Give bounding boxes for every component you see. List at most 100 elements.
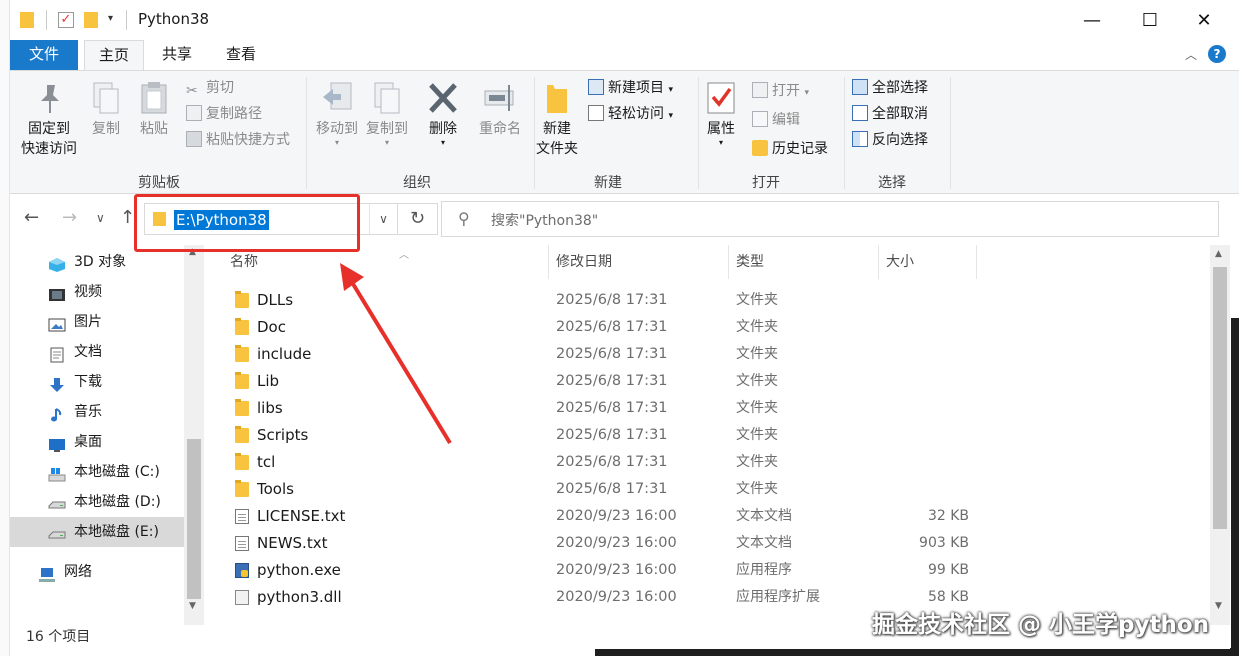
edit-icon	[752, 111, 768, 127]
search-box[interactable]: ⚲ 搜索"Python38"	[441, 201, 1219, 237]
chevron-down-icon: ▾	[384, 138, 389, 147]
navigation-pane: 3D 对象 视频 图片 文档 下载 音乐 桌面 本地磁盘 (C:) 本地磁盘 (…	[10, 245, 204, 625]
title-bar: ✓ ▾ Python38 — ☐ ✕	[10, 0, 1239, 40]
file-row[interactable]: Tools 2025/6/8 17:31 文件夹	[204, 476, 1210, 503]
nav-item-music[interactable]: 音乐	[10, 397, 184, 427]
nav-item-label: 桌面	[74, 434, 102, 450]
nav-pane-scrollbar[interactable]: ▲ ▼	[184, 245, 204, 625]
file-name: DLLs	[257, 291, 294, 309]
tab-file[interactable]: 文件	[10, 40, 78, 70]
maximize-button[interactable]: ☐	[1121, 0, 1179, 40]
edit-button[interactable]: 编辑	[752, 109, 800, 131]
scroll-down-icon[interactable]: ▼	[189, 601, 196, 611]
column-header-label: 类型	[736, 254, 764, 270]
select-none-icon	[852, 105, 868, 121]
copy-button[interactable]: 复制	[84, 81, 128, 139]
file-type: 应用程序	[736, 562, 792, 578]
column-header-size[interactable]: 大小	[879, 245, 977, 279]
file-date: 2025/6/8 17:31	[556, 454, 668, 470]
copy-path-button[interactable]: 复制路径	[186, 103, 262, 125]
scroll-down-icon[interactable]: ▼	[1215, 601, 1222, 611]
history-button[interactable]: 历史记录	[752, 138, 828, 160]
divider	[46, 10, 47, 30]
new-item-button[interactable]: 新建项目 ▾	[588, 77, 673, 99]
file-date: 2020/9/23 16:00	[556, 589, 677, 605]
invert-selection-button[interactable]: 反向选择	[852, 129, 928, 151]
folder-icon	[235, 480, 249, 497]
group-separator	[950, 77, 951, 189]
customize-toolbar-icon[interactable]: ▾	[108, 13, 113, 24]
folder-icon	[235, 399, 249, 416]
pin-quick-access-button[interactable]: 固定到 快速访问	[14, 81, 84, 159]
nav-item-downloads[interactable]: 下载	[10, 367, 184, 397]
properties-check-icon[interactable]: ✓	[58, 12, 74, 28]
tab-view[interactable]: 查看	[214, 40, 268, 70]
edit-label: 编辑	[772, 112, 800, 128]
nav-item-label: 网络	[64, 564, 92, 580]
help-icon[interactable]: ?	[1208, 45, 1226, 63]
file-list-scrollbar[interactable]: ▲ ▼	[1210, 245, 1230, 625]
nav-item-label: 本地磁盘 (D:)	[74, 494, 161, 510]
search-icon: ⚲	[458, 209, 470, 228]
paste-button[interactable]: 粘贴	[132, 81, 176, 139]
column-header-type[interactable]: 类型	[729, 245, 879, 279]
file-name: Doc	[257, 318, 286, 336]
tab-home[interactable]: 主页	[84, 40, 144, 71]
nav-item-drive-d[interactable]: 本地磁盘 (D:)	[10, 487, 184, 517]
paste-label: 粘贴	[140, 121, 168, 137]
delete-button[interactable]: 删除 ▾	[420, 81, 466, 147]
nav-item-videos[interactable]: 视频	[10, 277, 184, 307]
new-folder-icon[interactable]	[84, 12, 98, 28]
chevron-down-icon: ▾	[804, 88, 809, 98]
column-header-date[interactable]: 修改日期	[549, 245, 729, 279]
tab-share[interactable]: 共享	[150, 40, 204, 70]
nav-item-drive-e[interactable]: 本地磁盘 (E:)	[10, 517, 184, 547]
file-row[interactable]: NEWS.txt 2020/9/23 16:00 文本文档 903 KB	[204, 530, 1210, 557]
collapse-ribbon-icon[interactable]: ︿	[1185, 46, 1197, 63]
select-all-button[interactable]: 全部选择	[852, 77, 928, 99]
address-highlight-box	[134, 194, 360, 252]
open-button[interactable]: 打开 ▾	[752, 80, 809, 102]
file-row[interactable]: LICENSE.txt 2020/9/23 16:00 文本文档 32 KB	[204, 503, 1210, 530]
file-size: 32 KB	[927, 508, 969, 524]
cut-button[interactable]: ✂ 剪切	[186, 77, 234, 99]
easy-access-button[interactable]: 轻松访问 ▾	[588, 103, 673, 125]
move-to-icon	[321, 81, 353, 115]
file-type: 文件夹	[736, 481, 778, 497]
address-dropdown-chevron-icon[interactable]: ∨	[369, 204, 397, 234]
group-label-new: 新建	[594, 175, 622, 191]
forward-arrow-icon[interactable]: →	[62, 207, 77, 228]
history-label: 历史记录	[772, 141, 828, 157]
nav-item-network[interactable]: 网络	[10, 557, 184, 587]
nav-item-drive-c[interactable]: 本地磁盘 (C:)	[10, 457, 184, 487]
file-list-scroll-thumb[interactable]	[1213, 267, 1227, 529]
up-arrow-icon[interactable]: ↑	[120, 207, 135, 228]
column-header-label: 名称	[230, 254, 258, 270]
move-to-button[interactable]: 移动到 ▾	[312, 81, 362, 147]
drive-icon	[48, 494, 66, 510]
nav-item-pictures[interactable]: 图片	[10, 307, 184, 337]
nav-item-documents[interactable]: 文档	[10, 337, 184, 367]
rename-button[interactable]: 重命名	[472, 81, 528, 139]
nav-pane-scroll-thumb[interactable]	[187, 439, 201, 599]
minimize-button[interactable]: —	[1063, 0, 1121, 40]
music-icon	[48, 404, 66, 422]
back-arrow-icon[interactable]: ←	[24, 207, 39, 228]
copy-label: 复制	[92, 121, 120, 137]
open-icon	[752, 82, 768, 98]
paste-shortcut-button[interactable]: 粘贴快捷方式	[186, 129, 290, 151]
properties-button[interactable]: 属性 ▾	[702, 81, 740, 147]
cut-label: 剪切	[206, 80, 234, 96]
nav-item-desktop[interactable]: 桌面	[10, 427, 184, 457]
copy-to-button[interactable]: 复制到 ▾	[362, 81, 412, 147]
file-row[interactable]: python.exe 2020/9/23 16:00 应用程序 99 KB	[204, 557, 1210, 584]
refresh-button[interactable]: ↻	[398, 203, 438, 235]
close-button[interactable]: ✕	[1175, 0, 1233, 40]
file-date: 2025/6/8 17:31	[556, 346, 668, 362]
file-row[interactable]: tcl 2025/6/8 17:31 文件夹	[204, 449, 1210, 476]
new-folder-button[interactable]: 新建 文件夹	[532, 81, 582, 159]
select-none-button[interactable]: 全部取消	[852, 103, 928, 125]
recent-locations-icon[interactable]: ∨	[96, 211, 105, 225]
scroll-up-icon[interactable]: ▲	[1215, 249, 1222, 259]
window-title: Python38	[138, 10, 210, 28]
